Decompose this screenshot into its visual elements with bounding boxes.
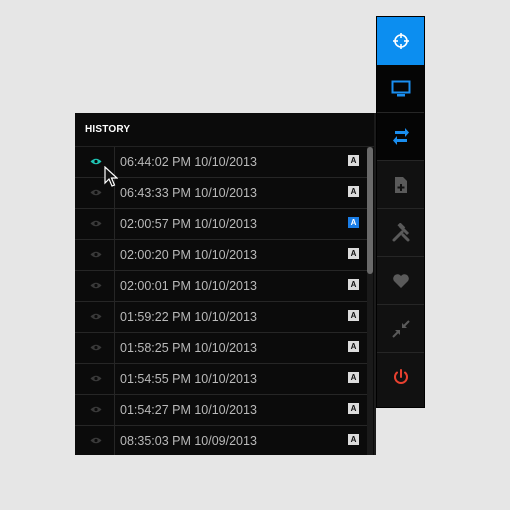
eye-icon <box>90 406 102 413</box>
history-scrollbar[interactable] <box>367 147 373 455</box>
add-document-icon <box>394 176 407 193</box>
history-badge[interactable]: A <box>348 248 359 259</box>
history-badge[interactable]: A <box>348 434 359 445</box>
favorite-button[interactable] <box>377 257 424 305</box>
visibility-toggle[interactable] <box>75 333 115 363</box>
history-timestamp: 06:43:33 PM 10/10/2013 <box>120 186 257 200</box>
power-icon <box>393 369 408 384</box>
visibility-toggle[interactable] <box>75 426 115 455</box>
sync-button[interactable] <box>377 113 424 161</box>
collapse-arrows-icon <box>391 319 410 338</box>
history-row[interactable]: 01:59:22 PM 10/10/2013 A <box>75 302 368 333</box>
eye-icon <box>90 220 102 227</box>
history-row[interactable]: 02:00:20 PM 10/10/2013 A <box>75 240 368 271</box>
history-badge[interactable]: A <box>348 155 359 166</box>
visibility-toggle[interactable] <box>75 364 115 394</box>
history-row[interactable]: 01:54:27 PM 10/10/2013 A <box>75 395 368 426</box>
collapse-button[interactable] <box>377 305 424 353</box>
history-timestamp: 06:44:02 PM 10/10/2013 <box>120 155 257 169</box>
visibility-toggle[interactable] <box>75 240 115 270</box>
history-timestamp: 02:00:20 PM 10/10/2013 <box>120 248 257 262</box>
history-row[interactable]: 01:58:25 PM 10/10/2013 A <box>75 333 368 364</box>
visibility-toggle[interactable] <box>75 395 115 425</box>
tools-button[interactable] <box>377 209 424 257</box>
history-badge[interactable]: A <box>348 310 359 321</box>
history-timestamp: 02:00:57 PM 10/10/2013 <box>120 217 257 231</box>
power-button[interactable] <box>377 353 424 401</box>
visibility-toggle[interactable] <box>75 209 115 239</box>
history-row[interactable]: 02:00:01 PM 10/10/2013 A <box>75 271 368 302</box>
history-badge[interactable]: A <box>348 341 359 352</box>
history-row[interactable]: 06:44:02 PM 10/10/2013 A <box>75 147 368 178</box>
visibility-toggle[interactable] <box>75 271 115 301</box>
scrollbar-thumb[interactable] <box>367 147 373 274</box>
target-button[interactable] <box>377 17 424 65</box>
eye-icon <box>90 437 102 444</box>
history-row[interactable]: 01:54:55 PM 10/10/2013 A <box>75 364 368 395</box>
visibility-toggle[interactable] <box>75 302 115 332</box>
history-timestamp: 01:54:55 PM 10/10/2013 <box>120 372 257 386</box>
eye-icon <box>90 251 102 258</box>
eye-icon <box>90 189 102 196</box>
history-badge[interactable]: A <box>348 186 359 197</box>
history-badge[interactable]: A <box>348 372 359 383</box>
history-title: HISTORY <box>75 113 376 147</box>
history-timestamp: 01:54:27 PM 10/10/2013 <box>120 403 257 417</box>
history-timestamp: 01:59:22 PM 10/10/2013 <box>120 310 257 324</box>
heart-icon <box>392 273 409 288</box>
crosshair-icon <box>392 32 409 49</box>
history-list: 06:44:02 PM 10/10/2013 A 06:43:33 PM 10/10… <box>75 147 368 455</box>
add-document-button[interactable] <box>377 161 424 209</box>
history-row[interactable]: 08:35:03 PM 10/09/2013 A <box>75 426 368 455</box>
history-timestamp: 02:00:01 PM 10/10/2013 <box>120 279 257 293</box>
right-toolbar <box>376 16 425 408</box>
screen-button[interactable] <box>377 65 424 113</box>
history-panel: HISTORY 06:44:02 PM 10/10/2013 A 06:43:33 … <box>75 113 376 455</box>
history-timestamp: 01:58:25 PM 10/10/2013 <box>120 341 257 355</box>
eye-icon <box>90 158 102 165</box>
eye-icon <box>90 375 102 382</box>
history-row[interactable]: 02:00:57 PM 10/10/2013 A <box>75 209 368 240</box>
eye-icon <box>90 282 102 289</box>
history-badge[interactable]: A <box>348 403 359 414</box>
eye-icon <box>90 344 102 351</box>
history-row[interactable]: 06:43:33 PM 10/10/2013 A <box>75 178 368 209</box>
monitor-icon <box>391 80 410 96</box>
eye-icon <box>90 313 102 320</box>
history-badge[interactable]: A <box>348 217 359 228</box>
tools-icon <box>392 222 409 241</box>
history-timestamp: 08:35:03 PM 10/09/2013 <box>120 434 257 448</box>
mouse-cursor-icon <box>104 166 118 187</box>
sync-arrows-icon <box>392 127 409 145</box>
history-badge[interactable]: A <box>348 279 359 290</box>
